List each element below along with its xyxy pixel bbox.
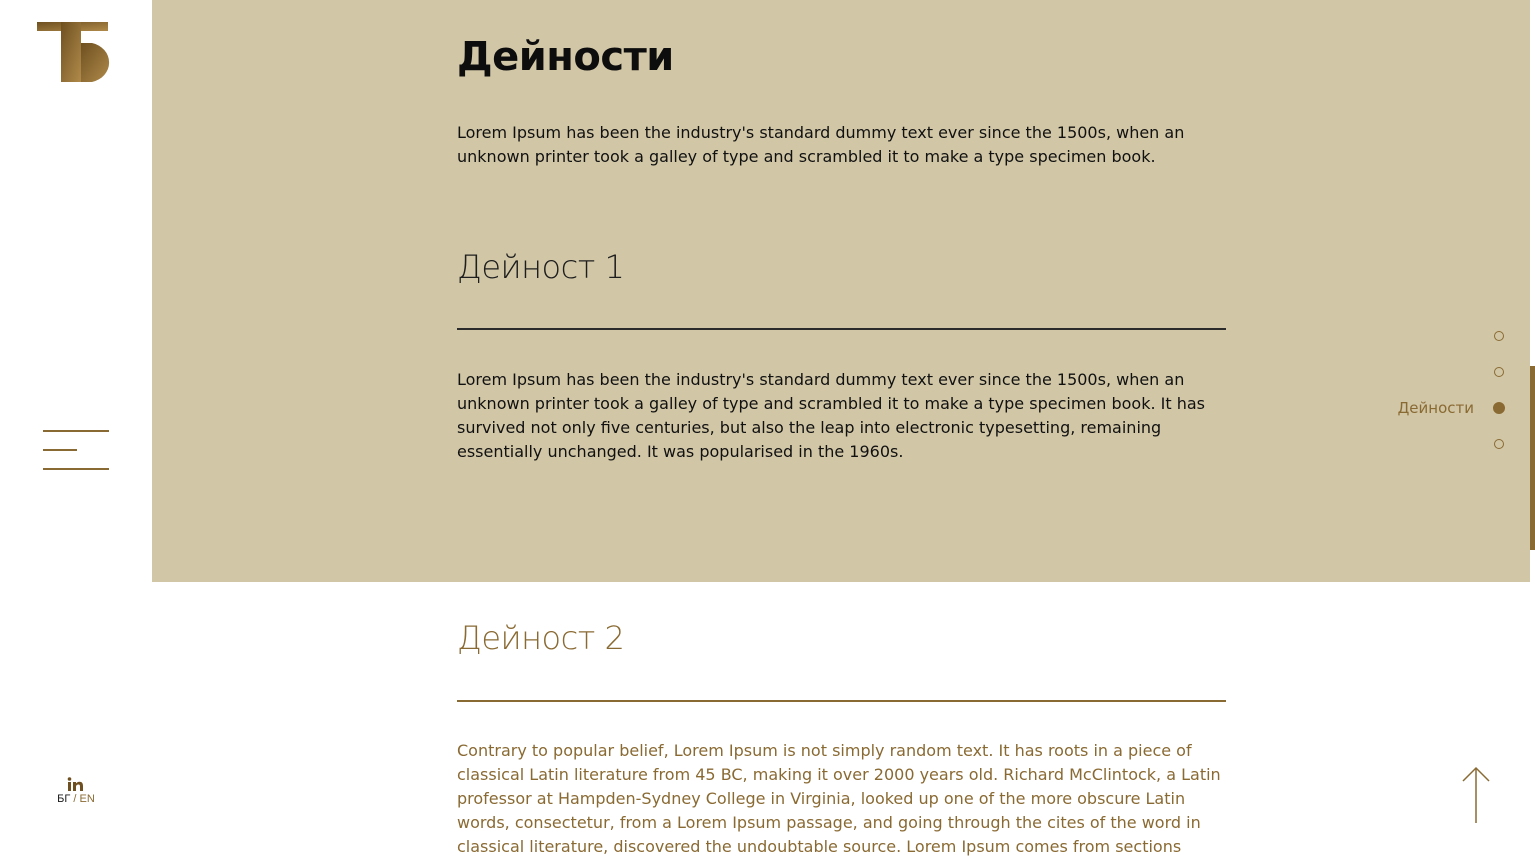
section-1-divider [457, 328, 1226, 330]
language-switcher: БГ / EN [0, 793, 152, 805]
hero-band [152, 0, 1530, 582]
arrow-up-icon[interactable] [1461, 766, 1491, 824]
section-nav-active-label[interactable]: Дейности [1398, 399, 1474, 417]
section-nav-dot-1[interactable] [1494, 331, 1504, 341]
hamburger-menu-icon[interactable] [43, 430, 109, 472]
section-nav-dot-2[interactable] [1494, 367, 1504, 377]
lang-separator: / [73, 793, 77, 805]
section-2-body: Contrary to popular belief, Lorem Ipsum … [457, 741, 1221, 856]
sidebar: БГ / EN [0, 0, 152, 863]
section-2-divider [457, 700, 1226, 702]
section-1-body: Lorem Ipsum has been the industry's stan… [457, 370, 1205, 461]
lang-en-link[interactable]: EN [80, 793, 95, 805]
lang-bg-link[interactable]: БГ [57, 793, 70, 805]
section-nav-dot-3-active[interactable] [1493, 402, 1505, 414]
section-1-heading: Дейност 1 [457, 248, 625, 286]
section-nav-dot-4[interactable] [1494, 439, 1504, 449]
page-title: Дейности [457, 34, 674, 80]
scroll-indicator[interactable] [1530, 366, 1535, 550]
intro-text: Lorem Ipsum has been the industry's stan… [457, 123, 1185, 166]
section-2-heading: Дейност 2 [457, 619, 625, 657]
linkedin-icon[interactable] [67, 777, 85, 791]
logo[interactable] [37, 22, 115, 83]
